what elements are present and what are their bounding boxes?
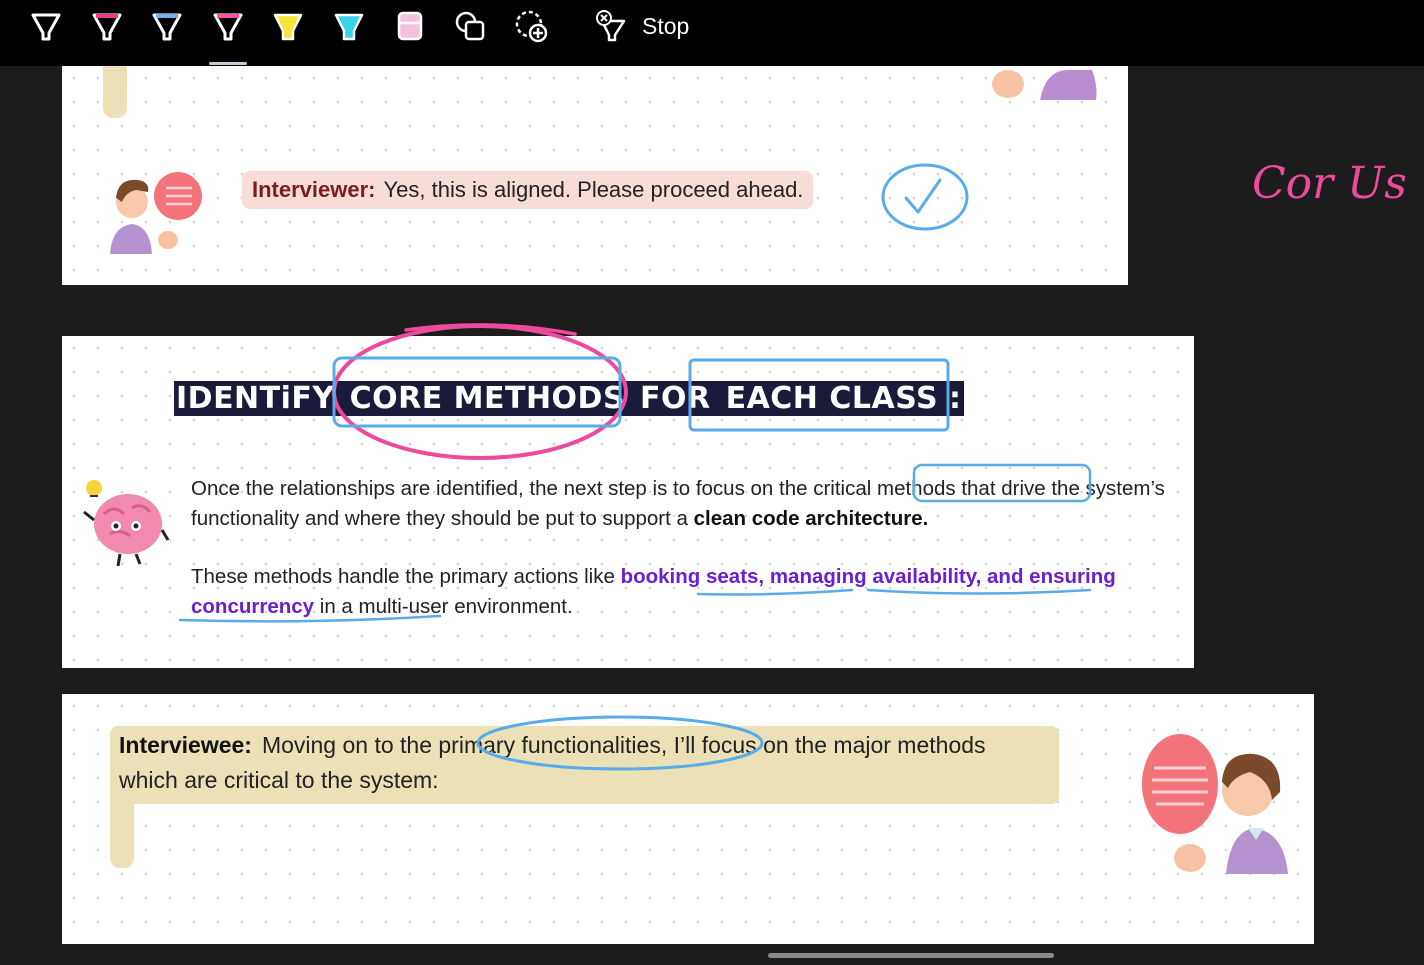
annotation-toolbar: Stop [0,0,1424,66]
lasso-add-icon[interactable] [511,6,551,46]
interviewee-label: Interviewee: [119,732,252,758]
para2-text-1: These methods handle the primary actions… [191,565,621,588]
ink-side-note: Cor Us [1252,158,1407,209]
interviewee-speech-box: Interviewee: Moving on to the primary fun… [110,726,1059,804]
character-hand-illustration [992,70,1097,100]
para1-text-1: Once the relationships are identified, t… [191,477,814,500]
stop-button[interactable]: Stop [594,6,689,46]
slide-identify-core-methods: IDENTiFY CORE METHODS FOR EACH CLASS : O… [62,336,1194,668]
paragraph-primary-actions: These methods handle the primary actions… [191,562,1191,621]
interviewer-speech-box: Interviewer: Yes, this is aligned. Please… [242,171,814,209]
para2-text-2: in a multi-user environment. [314,594,573,618]
heading-part-4: EACH CLASS : [723,380,964,416]
interviewer-text: Yes, this is aligned. Please proceed ahe… [383,177,804,202]
highlighter-cyan-icon[interactable] [329,6,369,46]
para1-critical-methods: critical methods [813,477,956,500]
slide-interviewer-approval: Interviewer: Yes, this is aligned. Please… [62,66,1128,285]
pen-magenta-icon[interactable] [208,6,248,46]
speech-bubble-tail [103,66,127,118]
ink-pink-stroke [404,323,577,336]
interviewer-avatar-icon [110,172,202,254]
gesture-navigation-bar[interactable] [768,953,1054,958]
stop-pen-icon [596,10,626,42]
slide-interviewee-functionalities: Interviewee: Moving on to the primary fun… [62,694,1314,944]
brain-mascot-icon [83,480,170,567]
interviewer-label: Interviewer: [252,177,376,202]
interviewee-avatar-icon [1142,734,1288,874]
heading-part-1: IDENTiFY [174,380,348,416]
highlighter-yellow-icon[interactable] [268,6,308,46]
heading-part-3: FOR [627,380,724,416]
section-heading: IDENTiFY CORE METHODS FOR EACH CLASS : [174,376,964,420]
pen-pink-icon[interactable] [87,6,127,46]
shapes-icon[interactable] [450,6,490,46]
paragraph-critical-methods: Once the relationships are identified, t… [191,474,1191,533]
eraser-icon[interactable] [390,6,430,46]
pen-white-icon[interactable] [26,6,66,46]
selected-tool-indicator [209,62,247,65]
para1-bold-text: clean code architecture. [693,506,929,530]
pen-blue-icon[interactable] [147,6,187,46]
stop-label: Stop [642,12,690,39]
heading-part-2: CORE METHODS [347,380,628,416]
